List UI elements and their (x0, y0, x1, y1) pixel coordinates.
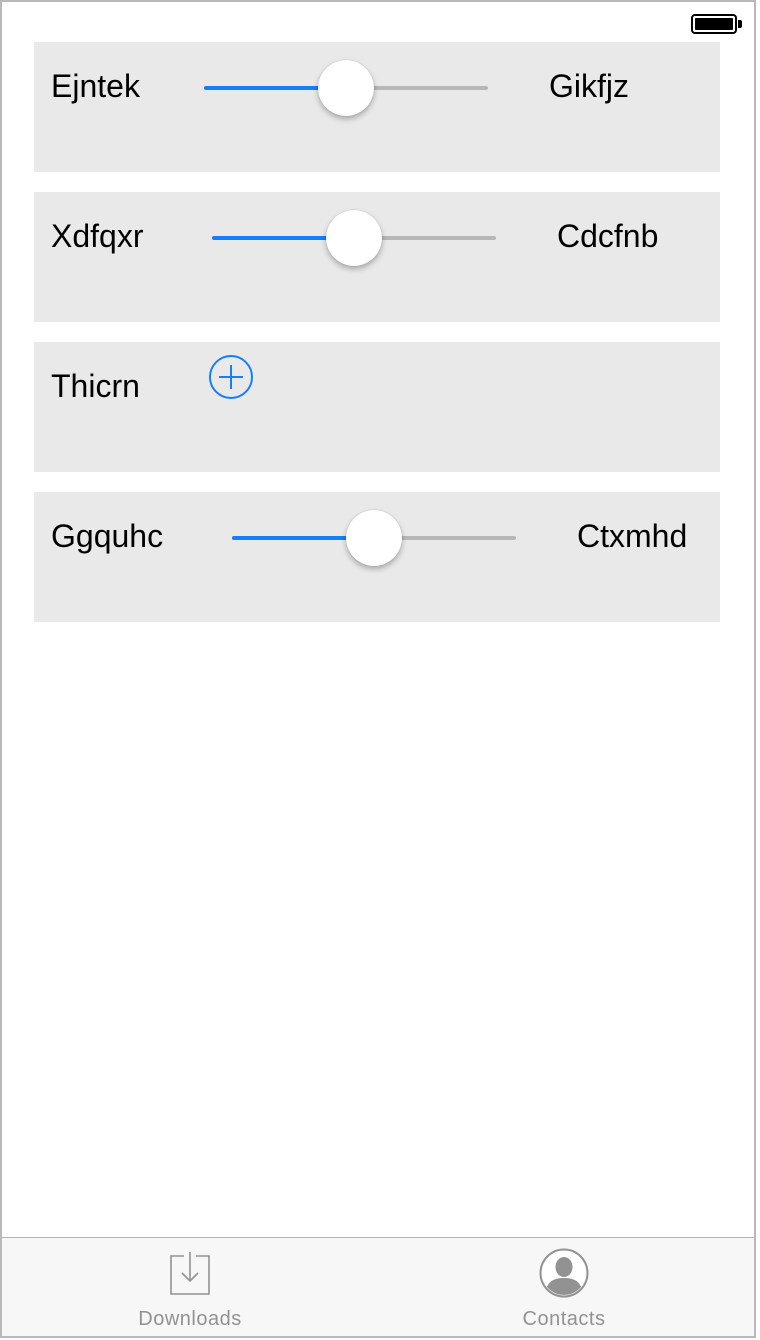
setting-row-ggquhc: Ggquhc Ctxmhd (34, 492, 720, 622)
tab-label: Downloads (138, 1308, 242, 1330)
row-label: Thicrn (51, 368, 140, 404)
plus-circle-icon[interactable] (208, 354, 254, 400)
battery-icon (691, 14, 737, 34)
slider-thumb[interactable] (326, 210, 382, 266)
row-value-label: Gikfjz (549, 68, 629, 104)
tab-contacts[interactable]: Contacts (464, 1238, 664, 1336)
contact-icon (539, 1248, 589, 1298)
row-label: Ejntek (51, 68, 140, 104)
row-label: Ggquhc (51, 518, 164, 554)
setting-row-xdfqxr: Xdfqxr Cdcfnb (34, 192, 720, 322)
row-label: Xdfqxr (51, 218, 144, 254)
battery-tip (738, 20, 742, 28)
row-value-label: Cdcfnb (557, 218, 659, 254)
row-value-label: Ctxmhd (577, 518, 688, 554)
tab-label: Contacts (522, 1308, 606, 1330)
download-icon (170, 1252, 210, 1295)
setting-row-ejntek: Ejntek Gikfjz (34, 42, 720, 172)
setting-slider[interactable] (232, 510, 516, 566)
slider-thumb[interactable] (346, 510, 402, 566)
tab-downloads[interactable]: Downloads (90, 1238, 290, 1336)
setting-slider[interactable] (204, 60, 488, 116)
slider-thumb[interactable] (318, 60, 374, 116)
tab-bar: Downloads Contacts (2, 1237, 754, 1336)
screen: Ejntek Gikfjz Xdfqxr Cdcfnb Thicrn Ggquh… (0, 0, 756, 1338)
setting-slider[interactable] (212, 210, 496, 266)
setting-row-thicrn: Thicrn (34, 342, 720, 472)
